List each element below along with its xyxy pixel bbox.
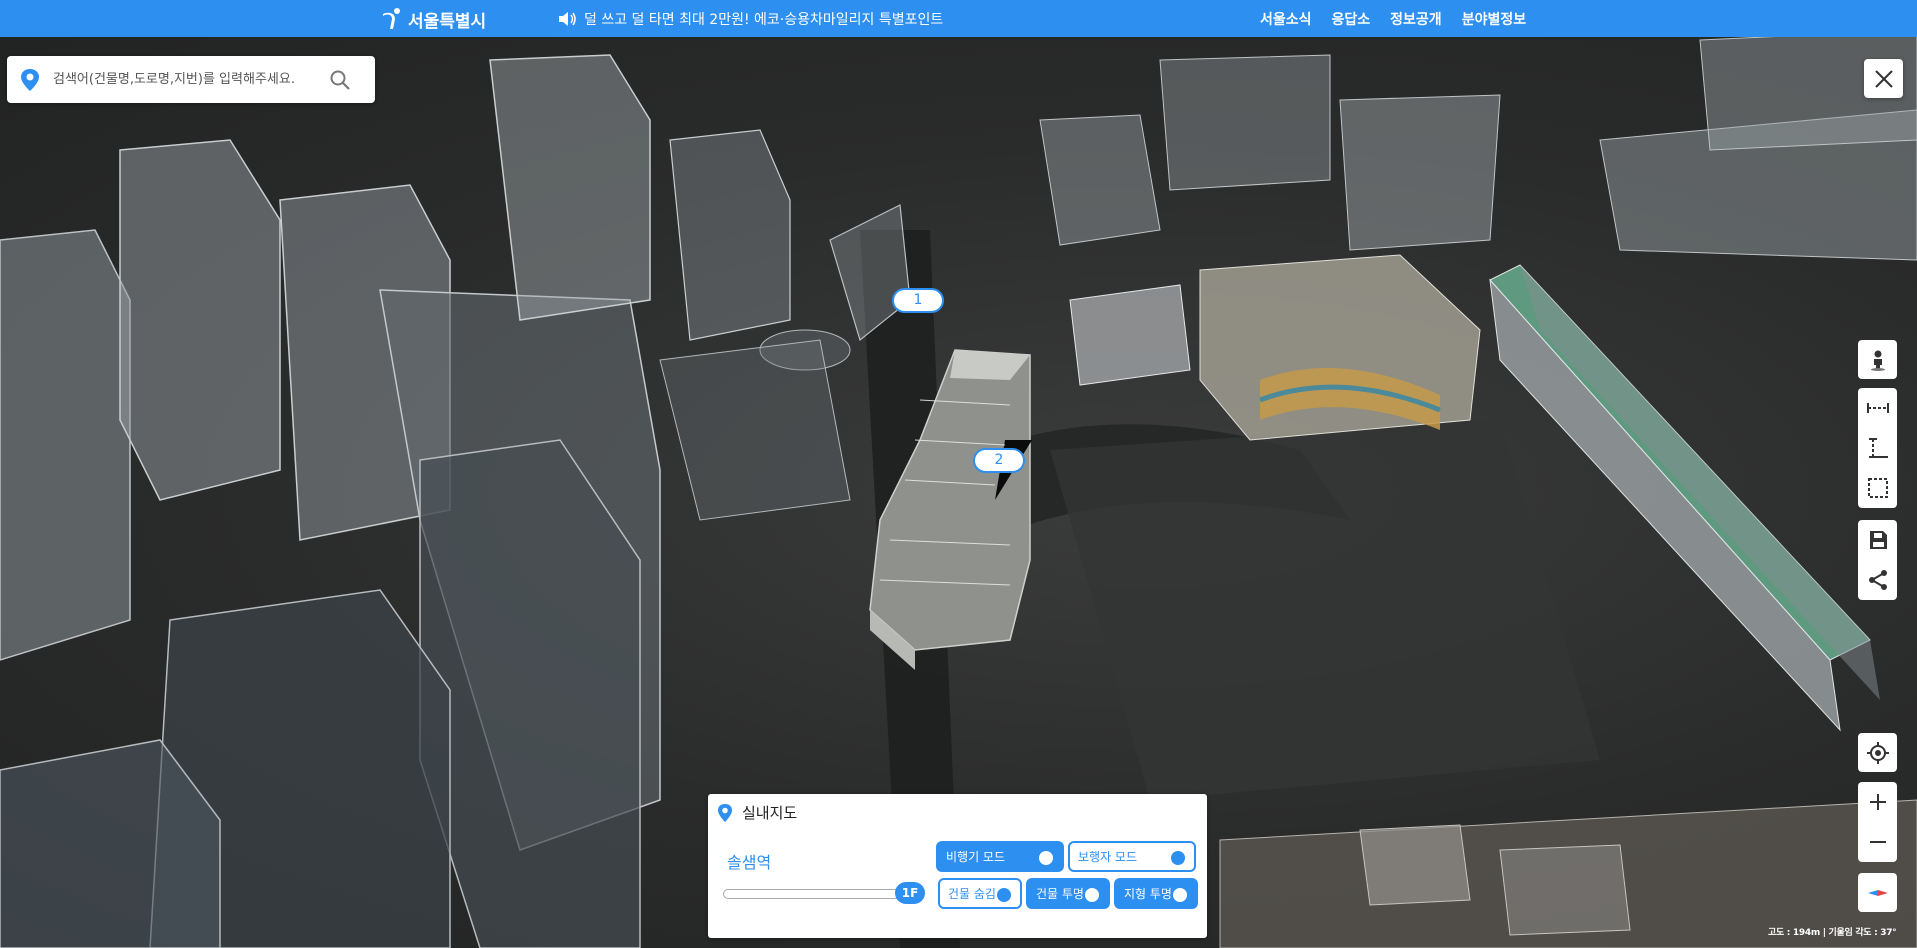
- nav-eungdapso[interactable]: 응답소: [1332, 9, 1371, 29]
- indoor-header: 실내지도: [716, 802, 797, 823]
- compass-icon: [1867, 889, 1888, 896]
- zoom-out-button[interactable]: [1858, 822, 1897, 862]
- search-box: [7, 56, 375, 103]
- walker-mode-toggle[interactable]: 보행자 모드: [1068, 841, 1196, 872]
- seoul-logo-icon: [383, 8, 400, 29]
- compass-button[interactable]: [1858, 873, 1897, 912]
- file-toolgroup: [1858, 520, 1897, 600]
- toggle-dot: [1173, 888, 1187, 902]
- indoor-title: 실내지도: [742, 804, 798, 822]
- share-button[interactable]: [1858, 560, 1897, 600]
- nav-seoul-news[interactable]: 서울소식: [1260, 9, 1312, 29]
- search-icon[interactable]: [329, 69, 351, 91]
- zoom-in-button[interactable]: [1858, 782, 1897, 822]
- indoor-map-panel: 실내지도 솔샘역 1F 비행기 모드 보행자 모드 건물 숨김 건물 투명 지형…: [708, 794, 1207, 938]
- airplane-mode-label: 비행기 모드: [946, 850, 1006, 864]
- seoul-logo[interactable]: 서울특별시: [380, 5, 486, 33]
- location-icon: [1866, 741, 1889, 764]
- distance-icon: [1866, 403, 1889, 413]
- walker-mode-label: 보행자 모드: [1078, 850, 1138, 864]
- nav-info-disclosure[interactable]: 정보공개: [1390, 9, 1442, 29]
- nav-field-info[interactable]: 분야별정보: [1462, 9, 1526, 29]
- map-marker-1[interactable]: 1: [892, 288, 944, 313]
- save-button[interactable]: [1858, 520, 1897, 560]
- person-icon: [1870, 350, 1885, 371]
- notice-text: 덜 쓰고 덜 타면 최대 2만원! 에코·승용차마일리지 특별포인트: [584, 12, 944, 28]
- street-view-button[interactable]: [1858, 340, 1897, 379]
- height-icon: [1868, 438, 1888, 458]
- toggle-dot: [1171, 851, 1185, 865]
- toggle-dot: [1039, 851, 1053, 865]
- speaker-icon: [559, 12, 576, 26]
- close-button[interactable]: [1864, 59, 1903, 98]
- station-name: 솔샘역: [727, 853, 772, 872]
- top-nav: 서울소식 응답소 정보공개 분야별정보: [1260, 9, 1526, 29]
- save-icon: [1869, 531, 1887, 549]
- camera-status: 고도 : 194m | 기울임 각도 : 37°: [1768, 928, 1897, 938]
- toggle-dot: [1085, 888, 1099, 902]
- hide-building-label: 건물 숨김: [948, 887, 996, 901]
- measure-toolgroup: [1858, 388, 1897, 508]
- logo-text: 서울특별시: [408, 11, 487, 32]
- zoom-toolgroup: [1858, 782, 1897, 862]
- location-pin-icon: [718, 803, 732, 822]
- hide-building-toggle[interactable]: 건물 숨김: [938, 878, 1022, 909]
- toggle-dot: [997, 888, 1011, 902]
- floor-slider[interactable]: [723, 889, 903, 899]
- close-icon: [1874, 69, 1893, 88]
- building-transparent-toggle[interactable]: 건물 투명: [1026, 878, 1110, 909]
- map-marker-2[interactable]: 2: [973, 448, 1025, 473]
- zoom-out-icon: [1869, 841, 1886, 843]
- zoom-in-icon: [1869, 794, 1886, 810]
- distance-measure-button[interactable]: [1858, 388, 1897, 428]
- height-measure-button[interactable]: [1858, 428, 1897, 468]
- terrain-transparent-label: 지형 투명: [1124, 887, 1172, 901]
- floor-slider-handle[interactable]: 1F: [895, 882, 925, 904]
- share-icon: [1868, 570, 1887, 590]
- notice-banner[interactable]: 덜 쓰고 덜 타면 최대 2만원! 에코·승용차마일리지 특별포인트: [558, 9, 943, 29]
- location-pin-icon: [21, 68, 39, 91]
- airplane-mode-toggle[interactable]: 비행기 모드: [936, 841, 1064, 872]
- area-measure-button[interactable]: [1858, 468, 1897, 508]
- top-bar: 서울특별시 덜 쓰고 덜 타면 최대 2만원! 에코·승용차마일리지 특별포인트…: [0, 0, 1917, 37]
- building-transparent-label: 건물 투명: [1036, 887, 1084, 901]
- area-icon: [1867, 478, 1888, 498]
- terrain-transparent-toggle[interactable]: 지형 투명: [1114, 878, 1198, 909]
- search-input[interactable]: [53, 72, 323, 87]
- my-location-button[interactable]: [1858, 733, 1897, 772]
